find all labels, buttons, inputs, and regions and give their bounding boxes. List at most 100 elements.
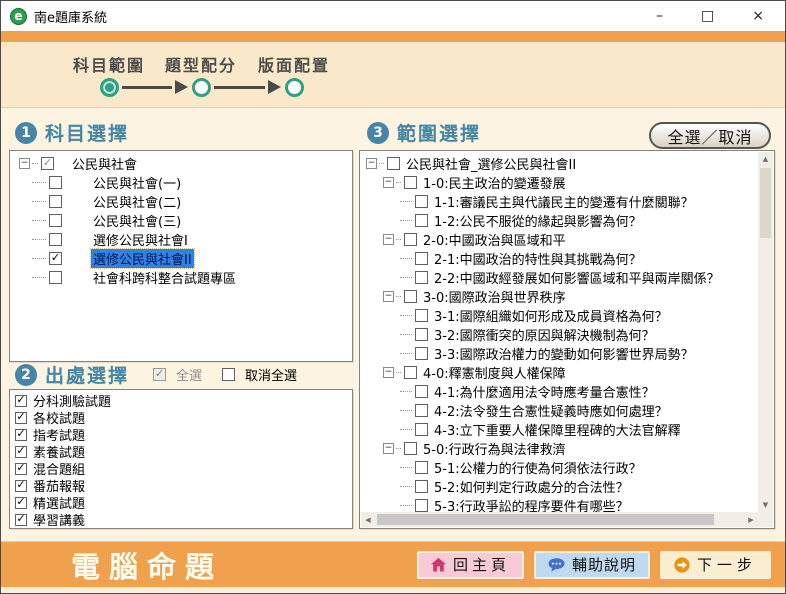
- tree-item[interactable]: 5-3:行政爭訟的程序要件有哪些？: [364, 496, 758, 512]
- close-button[interactable]: ×: [752, 9, 764, 23]
- help-button[interactable]: 輔助說明: [534, 551, 650, 579]
- checkbox[interactable]: [415, 195, 428, 208]
- tree-item-label[interactable]: 1-1:審議民主與代議民主的變遷有什麼關聯？: [432, 192, 696, 211]
- tree-item-label[interactable]: 3-0:國際政治與世界秩序: [421, 287, 568, 306]
- checkbox[interactable]: [415, 423, 428, 436]
- checkbox[interactable]: [387, 157, 400, 170]
- checkbox[interactable]: [415, 347, 428, 360]
- tree-item-label[interactable]: 4-2:法令發生合憲性疑義時應如何處理？: [432, 401, 670, 420]
- tree-item-label[interactable]: 公民與社會(三): [91, 211, 183, 230]
- expand-collapse-icon[interactable]: −: [366, 158, 377, 169]
- expand-collapse-icon[interactable]: −: [383, 367, 394, 378]
- tree-item-label[interactable]: 5-2:如何判定行政處分的合法性？: [432, 477, 631, 496]
- tree-item[interactable]: ✓選修公民與社會II: [14, 249, 350, 268]
- expand-collapse-icon[interactable]: −: [383, 234, 394, 245]
- checkbox[interactable]: ✓: [15, 395, 27, 407]
- checkbox[interactable]: [415, 480, 428, 493]
- checkbox[interactable]: ✓: [15, 429, 27, 441]
- tree-item-label[interactable]: 4-3:立下重要人權保障里程碑的大法官解釋: [432, 420, 683, 439]
- tree-item-label[interactable]: 4-1:為什麼適用法令時應考量合憲性？: [432, 382, 657, 401]
- tree-item[interactable]: 5-2:如何判定行政處分的合法性？: [364, 477, 758, 496]
- tree-item[interactable]: − 公民與社會_選修公民與社會II: [364, 154, 758, 173]
- tree-item[interactable]: 3-2:國際衝突的原因與解決機制為何？: [364, 325, 758, 344]
- tree-item[interactable]: 3-1:國際組織如何形成及成員資格為何？: [364, 306, 758, 325]
- checkbox[interactable]: ✓: [15, 514, 27, 526]
- list-item[interactable]: ✓素養試題: [12, 443, 350, 460]
- maximize-button[interactable]: □: [701, 9, 714, 23]
- tree-item[interactable]: 公民與社會(二): [14, 192, 350, 211]
- checkbox[interactable]: ✓: [15, 480, 27, 492]
- checkbox[interactable]: ✓: [15, 412, 27, 424]
- tree-item[interactable]: − 4-0:釋憲制度與人權保障: [364, 363, 758, 382]
- list-item[interactable]: ✓各校試題: [12, 409, 350, 426]
- list-item[interactable]: ✓指考試題: [12, 426, 350, 443]
- checkbox[interactable]: [415, 499, 428, 512]
- home-button[interactable]: 回主頁: [417, 551, 524, 579]
- tree-item[interactable]: 4-1:為什麼適用法令時應考量合憲性？: [364, 382, 758, 401]
- checkbox[interactable]: [404, 233, 417, 246]
- tree-item[interactable]: 1-1:審議民主與代議民主的變遷有什麼關聯？: [364, 192, 758, 211]
- checkbox[interactable]: [49, 176, 62, 189]
- tree-item-label[interactable]: 3-3:國際政治權力的變動如何影響世界局勢？: [432, 344, 696, 363]
- checkbox[interactable]: ✓: [49, 252, 62, 265]
- tree-item-label[interactable]: 5-1:公權力的行使為何須依法行政？: [432, 458, 644, 477]
- scroll-right-icon[interactable]: ▶: [744, 512, 758, 527]
- tree-item-label[interactable]: 4-0:釋憲制度與人權保障: [421, 363, 568, 382]
- tree-item[interactable]: 2-1:中國政治的特性與其挑戰為何？: [364, 249, 758, 268]
- tree-item[interactable]: 公民與社會(三): [14, 211, 350, 230]
- checkbox[interactable]: [404, 290, 417, 303]
- list-item[interactable]: ✓學習講義: [12, 511, 350, 526]
- checkbox[interactable]: [415, 385, 428, 398]
- tree-item[interactable]: 選修公民與社會I: [14, 230, 350, 249]
- scroll-down-icon[interactable]: ▼: [758, 498, 773, 512]
- select-all-checkbox[interactable]: ✓: [153, 368, 166, 381]
- checkbox[interactable]: [415, 214, 428, 227]
- tree-item[interactable]: − 3-0:國際政治與世界秩序: [364, 287, 758, 306]
- checkbox[interactable]: [49, 271, 62, 284]
- tri-state-checkbox[interactable]: ✓: [41, 157, 54, 170]
- checkbox[interactable]: [415, 271, 428, 284]
- list-item[interactable]: ✓分科測驗試題: [12, 392, 350, 409]
- tree-item-root[interactable]: −✓ 公民與社會: [14, 154, 350, 173]
- horizontal-scroll-thumb[interactable]: [377, 514, 714, 525]
- tree-item-label[interactable]: 公民與社會_選修公民與社會II: [404, 154, 578, 173]
- tree-item-label[interactable]: 公民與社會: [70, 154, 139, 173]
- checkbox[interactable]: ✓: [15, 446, 27, 458]
- scroll-up-icon[interactable]: ▲: [758, 152, 773, 166]
- checkbox[interactable]: [49, 233, 62, 246]
- checkbox[interactable]: [415, 309, 428, 322]
- tree-item[interactable]: 社會科跨科整合試題專區: [14, 268, 350, 287]
- expand-collapse-icon[interactable]: −: [19, 158, 30, 169]
- checkbox[interactable]: [415, 404, 428, 417]
- tree-item-label[interactable]: 2-2:中國政經發展如何影響區域和平與兩岸關係？: [432, 268, 722, 287]
- expand-collapse-icon[interactable]: −: [383, 291, 394, 302]
- tree-item[interactable]: − 2-0:中國政治與區域和平: [364, 230, 758, 249]
- tree-item[interactable]: 3-3:國際政治權力的變動如何影響世界局勢？: [364, 344, 758, 363]
- vertical-scroll-thumb[interactable]: [760, 168, 771, 238]
- tree-item[interactable]: 4-3:立下重要人權保障里程碑的大法官解釋: [364, 420, 758, 439]
- list-item[interactable]: ✓精選試題: [12, 494, 350, 511]
- tree-item[interactable]: 公民與社會(一): [14, 173, 350, 192]
- select-all-toggle-button[interactable]: 全選／取消: [649, 122, 771, 149]
- checkbox[interactable]: [404, 176, 417, 189]
- deselect-all-checkbox[interactable]: [222, 368, 235, 381]
- expand-collapse-icon[interactable]: −: [383, 443, 394, 454]
- checkbox[interactable]: [404, 442, 417, 455]
- checkbox[interactable]: ✓: [15, 463, 27, 475]
- tree-item[interactable]: 5-1:公權力的行使為何須依法行政？: [364, 458, 758, 477]
- checkbox[interactable]: [49, 214, 62, 227]
- tree-item-label[interactable]: 1-2:公民不服從的緣起與影響為何？: [432, 211, 644, 230]
- tree-item-label[interactable]: 2-0:中國政治與區域和平: [421, 230, 568, 249]
- tree-item-label[interactable]: 公民與社會(一): [91, 173, 183, 192]
- checkbox[interactable]: [49, 195, 62, 208]
- tree-item-label[interactable]: 社會科跨科整合試題專區: [91, 268, 238, 287]
- expand-collapse-icon[interactable]: −: [383, 177, 394, 188]
- tree-item[interactable]: − 5-0:行政行為與法律救濟: [364, 439, 758, 458]
- checkbox[interactable]: [415, 328, 428, 341]
- tree-item-label[interactable]: 公民與社會(二): [91, 192, 183, 211]
- tree-item-label[interactable]: 5-3:行政爭訟的程序要件有哪些？: [432, 496, 631, 512]
- list-item[interactable]: ✓番茄報報: [12, 477, 350, 494]
- tree-item-label[interactable]: 5-0:行政行為與法律救濟: [421, 439, 568, 458]
- vertical-scrollbar[interactable]: ▲ ▼: [758, 152, 773, 512]
- tree-item-label[interactable]: 3-2:國際衝突的原因與解決機制為何？: [432, 325, 657, 344]
